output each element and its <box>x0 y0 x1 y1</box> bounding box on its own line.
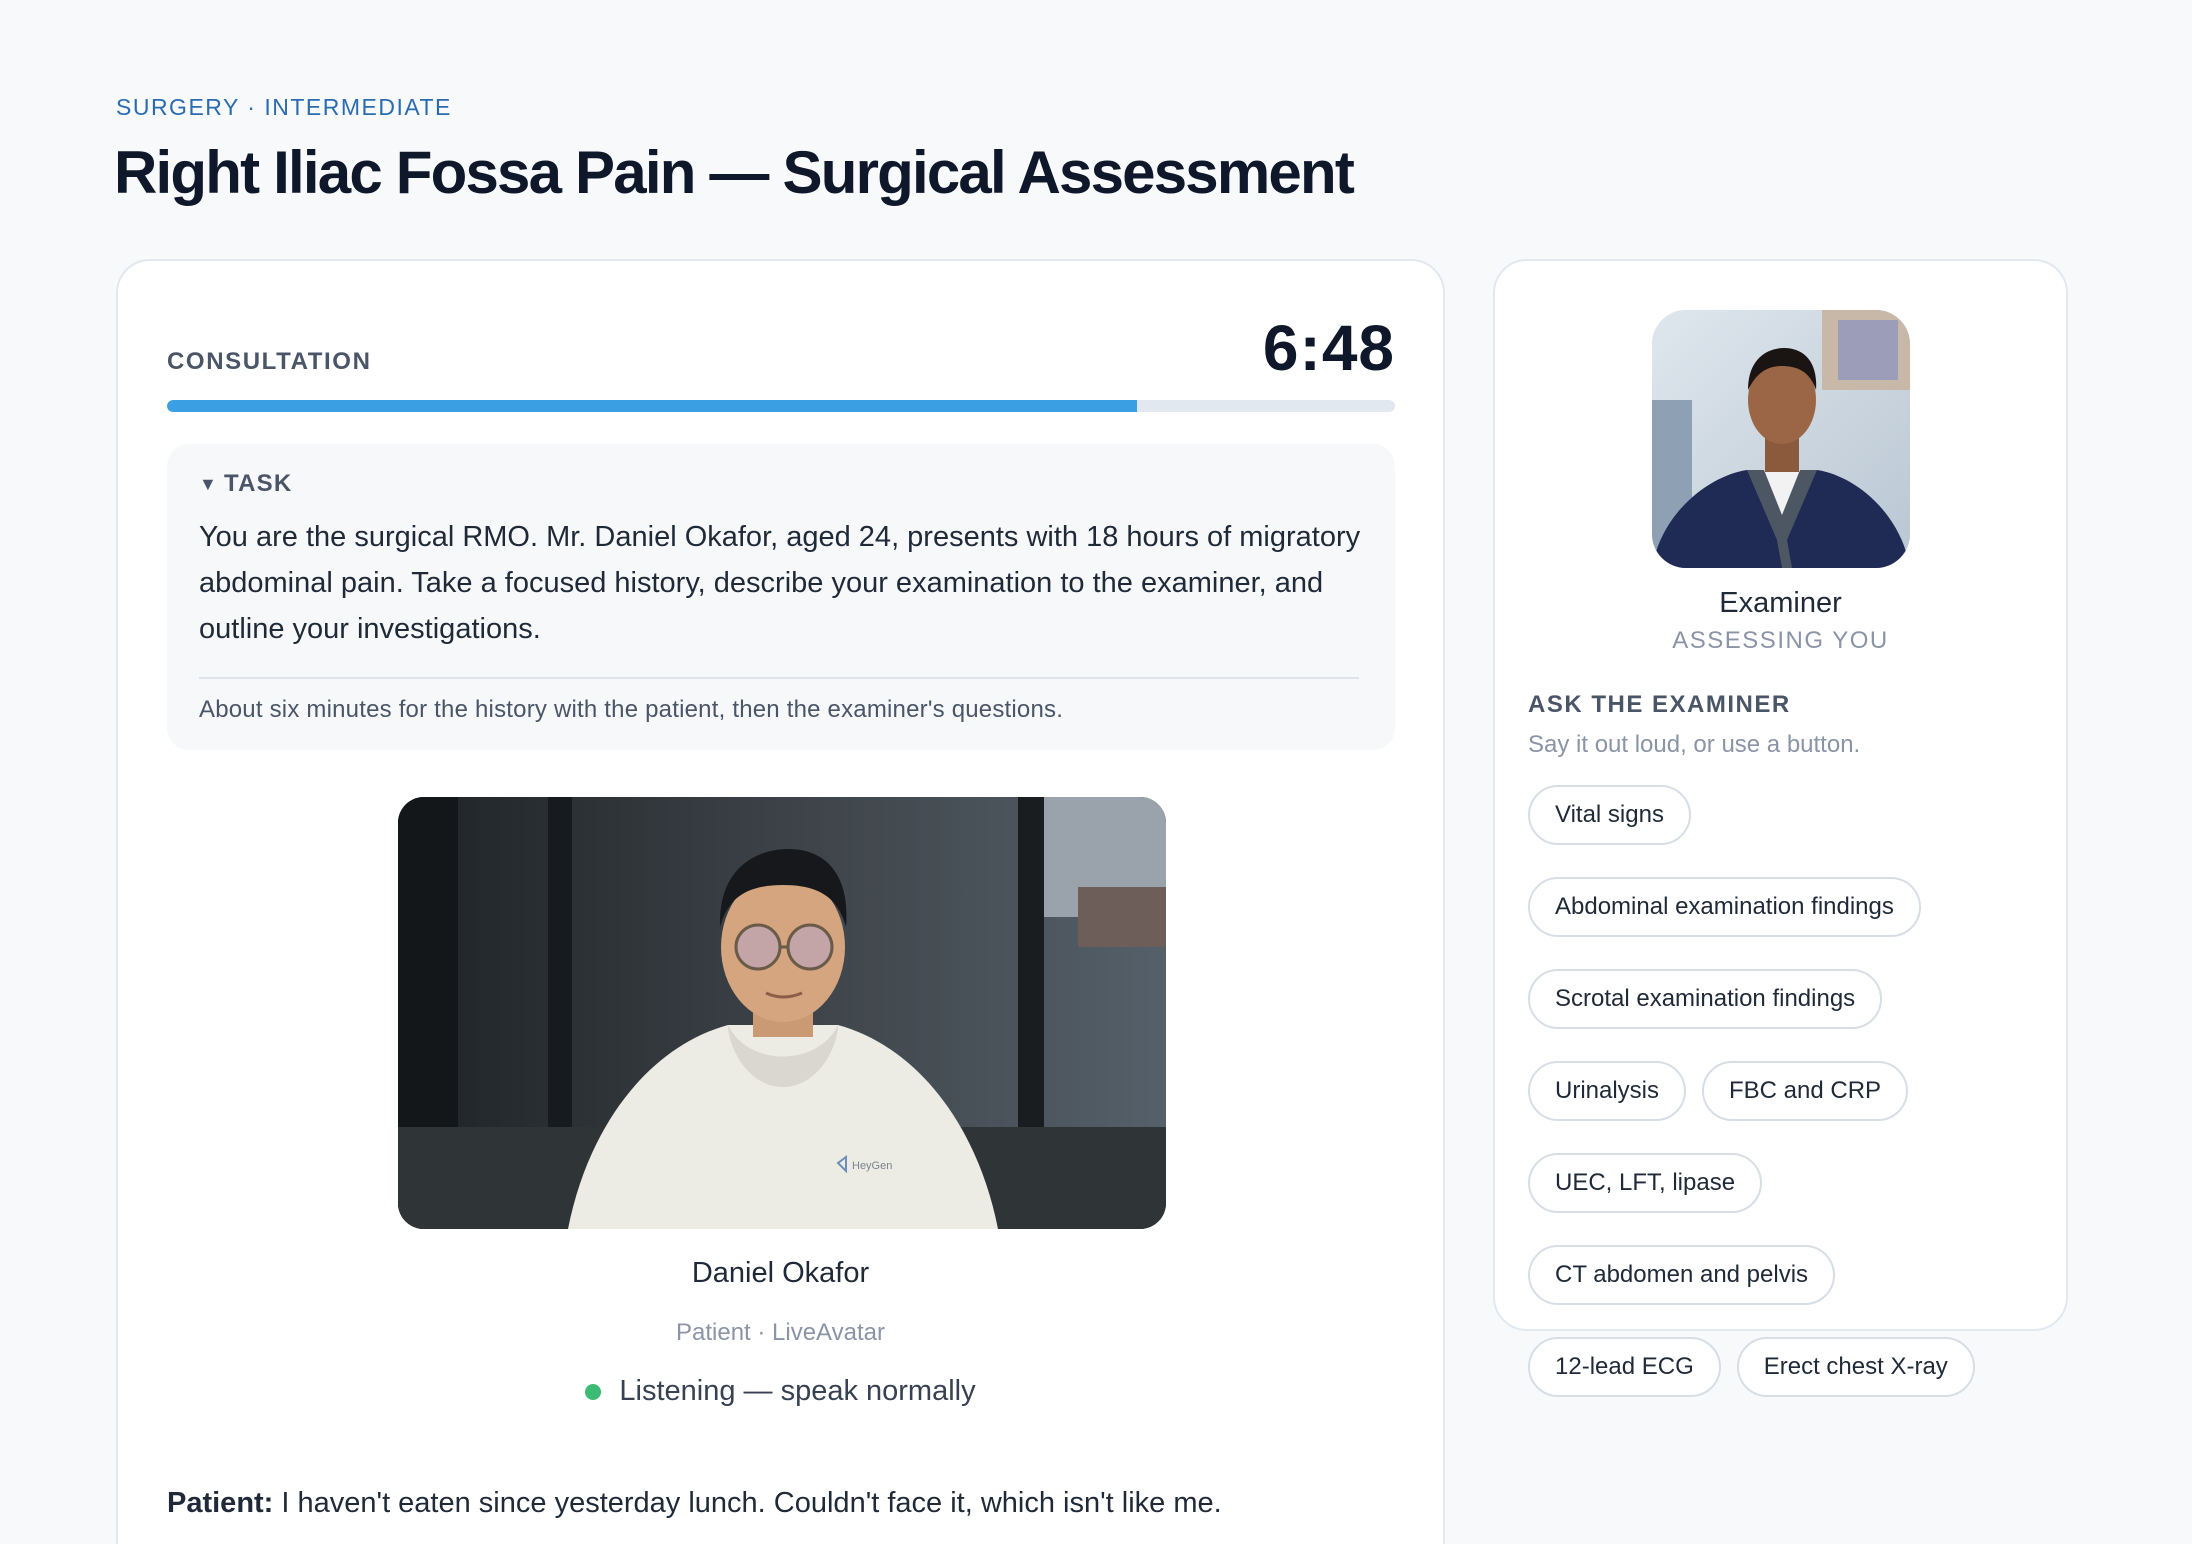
listening-status: Listening — speak normally <box>118 1375 1443 1408</box>
fbc-crp-button[interactable]: FBC and CRP <box>1702 1061 1909 1121</box>
examiner-avatar-image <box>1652 310 1910 568</box>
patient-subtitle: Patient · LiveAvatar <box>675 1319 885 1346</box>
task-note: About six minutes for the history with t… <box>199 696 1064 723</box>
patient-avatar-image: HeyGen <box>398 797 1166 1229</box>
ask-examiner-subtitle: Say it out loud, or use a button. <box>1528 731 1861 758</box>
page: SURGERY · INTERMEDIATE Right Iliac Fossa… <box>0 0 2192 1544</box>
task-panel: ▼ TASK You are the surgical RMO. Mr. Dan… <box>167 444 1395 750</box>
vital-signs-button[interactable]: Vital signs <box>1528 785 1691 845</box>
consultation-card: CONSULTATION 6:48 ▼ TASK You are the sur… <box>116 259 1445 1544</box>
abdominal-exam-button[interactable]: Abdominal examination findings <box>1528 877 1921 937</box>
status-dot-icon <box>585 1383 602 1400</box>
caret-down-icon: ▼ <box>199 473 219 494</box>
page-title: Right Iliac Fossa Pain — Surgical Assess… <box>114 139 1355 206</box>
patient-video: HeyGen <box>398 797 1166 1229</box>
progress-fill <box>167 400 1138 412</box>
timer: 6:48 <box>1262 312 1395 384</box>
transcript-speaker: Patient: <box>167 1487 274 1519</box>
scrotal-exam-button[interactable]: Scrotal examination findings <box>1528 969 1883 1029</box>
ask-examiner-heading: ASK THE EXAMINER <box>1528 691 1791 718</box>
transcript-line: Patient: I haven't eaten since yesterday… <box>167 1487 1222 1520</box>
examiner-role: ASSESSING YOU <box>1672 627 1889 654</box>
breadcrumb: SURGERY · INTERMEDIATE <box>116 94 452 120</box>
ecg-button[interactable]: 12-lead ECG <box>1528 1337 1721 1397</box>
examiner-request-buttons: Vital signs Abdominal examination findin… <box>1528 785 2048 1397</box>
task-heading: TASK <box>224 470 293 497</box>
urinalysis-button[interactable]: Urinalysis <box>1528 1061 1687 1121</box>
task-description: You are the surgical RMO. Mr. Daniel Oka… <box>199 521 1361 645</box>
transcript-text: I haven't eaten since yesterday lunch. C… <box>273 1487 1222 1519</box>
examiner-card: Examiner ASSESSING YOU ASK THE EXAMINER … <box>1493 259 2068 1397</box>
listening-status-text: Listening — speak normally <box>619 1375 976 1407</box>
divider <box>199 677 1359 679</box>
ct-abdomen-pelvis-button[interactable]: CT abdomen and pelvis <box>1528 1245 1836 1305</box>
patient-name: Daniel Okafor <box>691 1257 870 1289</box>
consultation-progress-bar <box>167 400 1395 412</box>
svg-text:HeyGen: HeyGen <box>852 1160 892 1172</box>
examiner-name: Examiner <box>1719 587 1842 619</box>
consultation-label: CONSULTATION <box>167 348 372 375</box>
uec-lft-lipase-button[interactable]: UEC, LFT, lipase <box>1528 1153 1763 1213</box>
task-toggle[interactable]: ▼ TASK <box>199 470 292 498</box>
examiner-avatar <box>1652 310 1910 568</box>
chest-xray-button[interactable]: Erect chest X-ray <box>1736 1337 1975 1397</box>
